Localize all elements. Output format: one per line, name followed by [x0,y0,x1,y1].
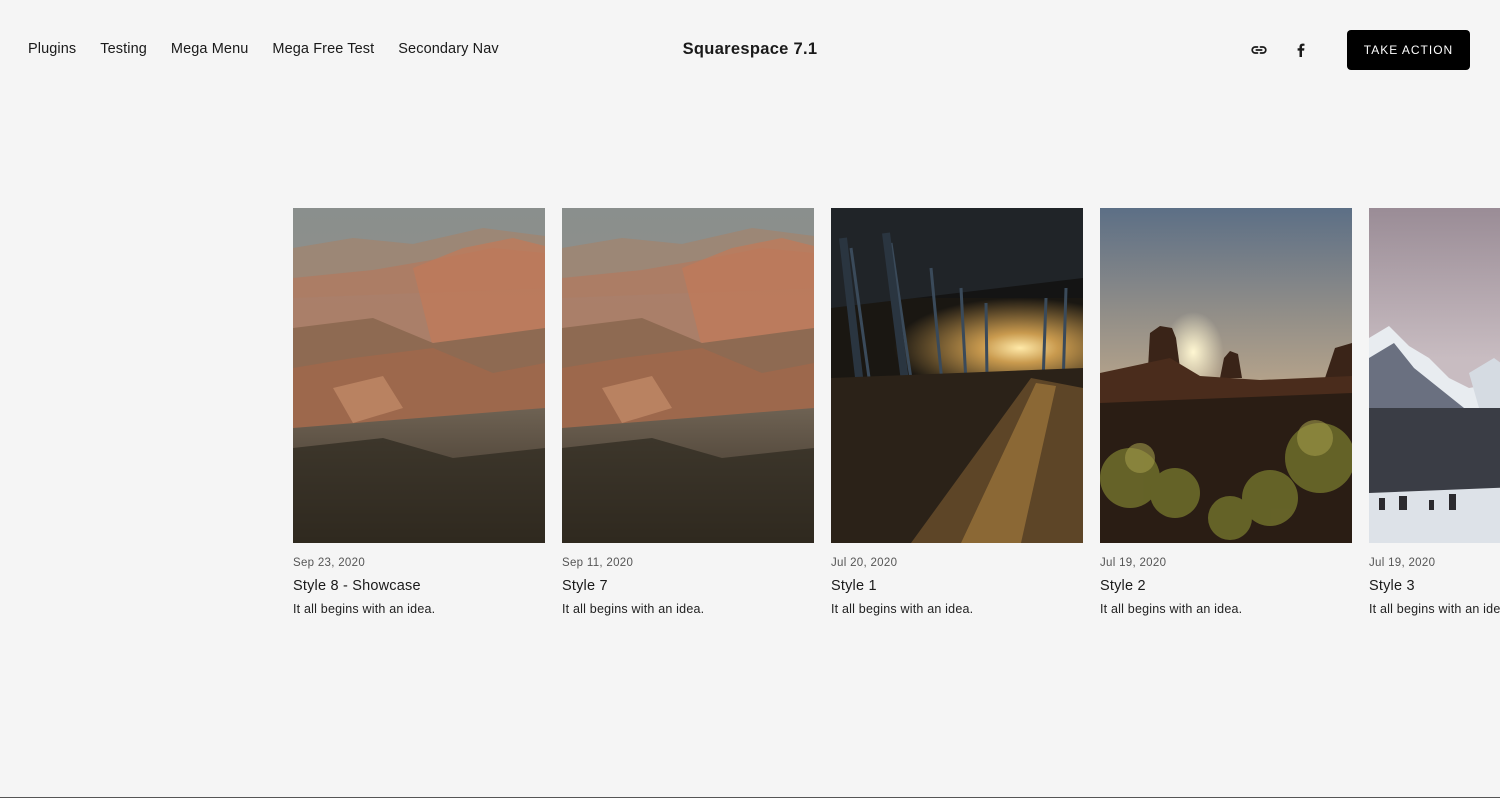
post-thumbnail-snowy-fjord[interactable] [1369,208,1500,543]
post-excerpt: It all begins with an idea. [1369,602,1500,616]
post-title[interactable]: Style 7 [562,578,814,594]
post-date: Jul 19, 2020 [1100,557,1167,569]
take-action-button[interactable]: TAKE ACTION [1347,30,1470,70]
post-thumbnail-desert-buttes[interactable] [1100,208,1352,543]
site-header: Plugins Testing Mega Menu Mega Free Test… [0,0,1500,100]
post-date: Sep 11, 2020 [562,557,634,569]
post-date: Sep 23, 2020 [293,557,366,569]
link-icon[interactable] [1250,40,1268,60]
page: Plugins Testing Mega Menu Mega Free Test… [0,0,1500,798]
social-links [1250,40,1310,60]
blog-card[interactable]: Sep 23, 2020 Style 8 - Showcase It all b… [293,208,545,616]
facebook-icon[interactable] [1292,40,1310,60]
post-excerpt: It all begins with an idea. [562,602,705,616]
post-title[interactable]: Style 1 [831,578,1083,594]
post-thumbnail-pier[interactable] [831,208,1083,543]
blog-card[interactable]: Sep 11, 2020 Style 7 It all begins with … [562,208,814,616]
post-thumbnail-grand-canyon[interactable] [562,208,814,543]
blog-carousel: Sep 23, 2020 Style 8 - Showcase It all b… [293,208,1500,616]
post-title[interactable]: Style 3 [1369,578,1500,594]
post-thumbnail-grand-canyon[interactable] [293,208,545,543]
post-title[interactable]: Style 8 - Showcase [293,578,545,594]
post-excerpt: It all begins with an idea. [293,602,436,616]
post-date: Jul 19, 2020 [1369,557,1436,569]
post-title[interactable]: Style 2 [1100,578,1352,594]
post-excerpt: It all begins with an idea. [831,602,974,616]
post-date: Jul 20, 2020 [831,557,898,569]
blog-card[interactable]: Jul 19, 2020 Style 3 It all begins with … [1369,208,1500,616]
site-title-link[interactable]: Squarespace 7.1 [683,40,818,58]
blog-card[interactable]: Jul 19, 2020 Style 2 It all begins with … [1100,208,1352,616]
post-excerpt: It all begins with an idea. [1100,602,1243,616]
blog-card[interactable]: Jul 20, 2020 Style 1 It all begins with … [831,208,1083,616]
